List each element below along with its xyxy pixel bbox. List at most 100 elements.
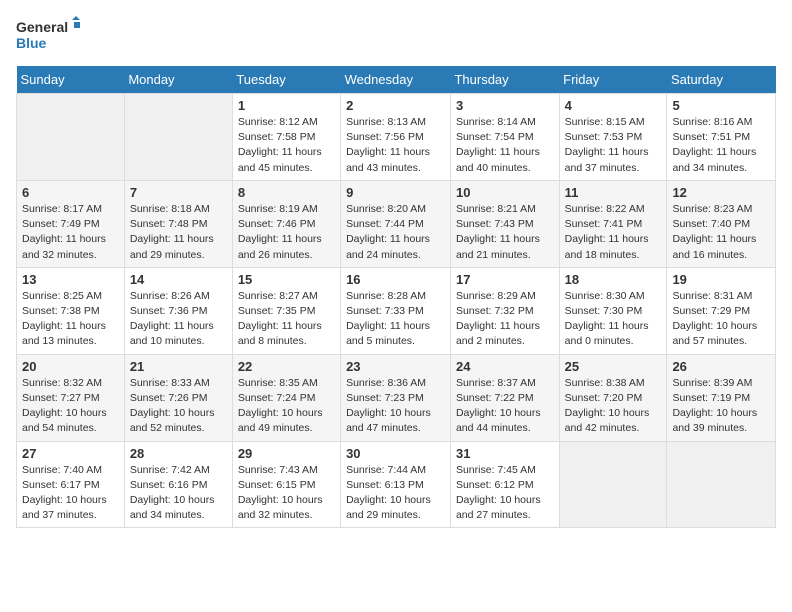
calendar-cell: 18Sunrise: 8:30 AMSunset: 7:30 PMDayligh… <box>559 267 667 354</box>
calendar-cell: 16 Sunrise: 8:28 AMSunset: 7:33 PMDayligh… <box>341 267 451 354</box>
day-number: 27 <box>22 446 119 461</box>
day-number: 20 <box>22 359 119 374</box>
calendar-week-row: 6 Sunrise: 8:17 AMSunset: 7:49 PMDaylight… <box>17 180 776 267</box>
day-info: Sunrise: 8:15 AMSunset: 7:53 PMDaylight:… <box>565 115 662 176</box>
day-info: Sunrise: 8:20 AMSunset: 7:44 PMDaylight:… <box>346 202 445 263</box>
day-number: 10 <box>456 185 554 200</box>
day-info: Sunrise: 7:43 AMSunset: 6:15 PMDaylight:… <box>238 463 335 524</box>
day-info: Sunrise: 8:22 AMSunset: 7:41 PMDaylight:… <box>565 202 662 263</box>
calendar-cell: 9 Sunrise: 8:20 AMSunset: 7:44 PMDaylight… <box>341 180 451 267</box>
calendar-cell: 21Sunrise: 8:33 AMSunset: 7:26 PMDayligh… <box>124 354 232 441</box>
day-number: 22 <box>238 359 335 374</box>
day-info: Sunrise: 7:44 AMSunset: 6:13 PMDaylight:… <box>346 463 445 524</box>
day-number: 1 <box>238 98 335 113</box>
calendar-week-row: 27 Sunrise: 7:40 AMSunset: 6:17 PMDayligh… <box>17 441 776 528</box>
calendar-cell: 25Sunrise: 8:38 AMSunset: 7:20 PMDayligh… <box>559 354 667 441</box>
day-number: 28 <box>130 446 227 461</box>
day-number: 16 <box>346 272 445 287</box>
calendar-week-row: 20 Sunrise: 8:32 AMSunset: 7:27 PMDayligh… <box>17 354 776 441</box>
day-info: Sunrise: 8:23 AMSunset: 7:40 PMDaylight:… <box>672 202 770 263</box>
day-info: Sunrise: 8:37 AMSunset: 7:22 PMDaylight:… <box>456 376 554 437</box>
day-number: 23 <box>346 359 445 374</box>
day-info: Sunrise: 8:29 AMSunset: 7:32 PMDaylight:… <box>456 289 554 350</box>
day-number: 4 <box>565 98 662 113</box>
day-info: Sunrise: 8:16 AMSunset: 7:51 PMDaylight:… <box>672 115 770 176</box>
day-info: Sunrise: 8:13 AMSunset: 7:56 PMDaylight:… <box>346 115 445 176</box>
day-info: Sunrise: 7:45 AMSunset: 6:12 PMDaylight:… <box>456 463 554 524</box>
day-info: Sunrise: 8:36 AMSunset: 7:23 PMDaylight:… <box>346 376 445 437</box>
calendar-cell: 26 Sunrise: 8:39 AMSunset: 7:19 PMDayligh… <box>667 354 776 441</box>
day-info: Sunrise: 7:42 AMSunset: 6:16 PMDaylight:… <box>130 463 227 524</box>
svg-text:Blue: Blue <box>16 35 47 51</box>
calendar-cell: 24 Sunrise: 8:37 AMSunset: 7:22 PMDayligh… <box>450 354 559 441</box>
calendar-cell <box>559 441 667 528</box>
day-number: 11 <box>565 185 662 200</box>
day-number: 31 <box>456 446 554 461</box>
weekday-header: Tuesday <box>232 66 340 94</box>
day-info: Sunrise: 8:14 AMSunset: 7:54 PMDaylight:… <box>456 115 554 176</box>
day-number: 29 <box>238 446 335 461</box>
weekday-header: Monday <box>124 66 232 94</box>
calendar-table: SundayMondayTuesdayWednesdayThursdayFrid… <box>16 66 776 528</box>
weekday-header: Sunday <box>17 66 125 94</box>
day-number: 8 <box>238 185 335 200</box>
calendar-cell: 3 Sunrise: 8:14 AMSunset: 7:54 PMDaylight… <box>450 94 559 181</box>
day-info: Sunrise: 8:19 AMSunset: 7:46 PMDaylight:… <box>238 202 335 263</box>
day-info: Sunrise: 8:31 AMSunset: 7:29 PMDaylight:… <box>672 289 770 350</box>
day-number: 30 <box>346 446 445 461</box>
svg-text:General: General <box>16 19 68 35</box>
calendar-cell: 12 Sunrise: 8:23 AMSunset: 7:40 PMDayligh… <box>667 180 776 267</box>
weekday-header: Wednesday <box>341 66 451 94</box>
day-number: 6 <box>22 185 119 200</box>
calendar-cell: 6 Sunrise: 8:17 AMSunset: 7:49 PMDaylight… <box>17 180 125 267</box>
calendar-cell: 19 Sunrise: 8:31 AMSunset: 7:29 PMDayligh… <box>667 267 776 354</box>
day-info: Sunrise: 8:26 AMSunset: 7:36 PMDaylight:… <box>130 289 227 350</box>
calendar-cell: 31 Sunrise: 7:45 AMSunset: 6:12 PMDayligh… <box>450 441 559 528</box>
day-info: Sunrise: 8:33 AMSunset: 7:26 PMDaylight:… <box>130 376 227 437</box>
day-info: Sunrise: 8:18 AMSunset: 7:48 PMDaylight:… <box>130 202 227 263</box>
day-number: 26 <box>672 359 770 374</box>
calendar-cell <box>17 94 125 181</box>
logo-svg: General Blue <box>16 16 86 58</box>
logo: General Blue <box>16 16 86 58</box>
day-info: Sunrise: 8:39 AMSunset: 7:19 PMDaylight:… <box>672 376 770 437</box>
calendar-cell: 13Sunrise: 8:25 AMSunset: 7:38 PMDayligh… <box>17 267 125 354</box>
day-number: 14 <box>130 272 227 287</box>
calendar-cell: 11 Sunrise: 8:22 AMSunset: 7:41 PMDayligh… <box>559 180 667 267</box>
page-header: General Blue <box>16 16 776 58</box>
calendar-cell: 8 Sunrise: 8:19 AMSunset: 7:46 PMDaylight… <box>232 180 340 267</box>
calendar-week-row: 13Sunrise: 8:25 AMSunset: 7:38 PMDayligh… <box>17 267 776 354</box>
day-info: Sunrise: 8:25 AMSunset: 7:38 PMDaylight:… <box>22 289 119 350</box>
day-info: Sunrise: 8:28 AMSunset: 7:33 PMDaylight:… <box>346 289 445 350</box>
calendar-cell: 29 Sunrise: 7:43 AMSunset: 6:15 PMDayligh… <box>232 441 340 528</box>
calendar-week-row: 1 Sunrise: 8:12 AMSunset: 7:58 PMDaylight… <box>17 94 776 181</box>
calendar-cell: 4 Sunrise: 8:15 AMSunset: 7:53 PMDaylight… <box>559 94 667 181</box>
calendar-cell: 23 Sunrise: 8:36 AMSunset: 7:23 PMDayligh… <box>341 354 451 441</box>
day-number: 17 <box>456 272 554 287</box>
day-info: Sunrise: 7:40 AMSunset: 6:17 PMDaylight:… <box>22 463 119 524</box>
day-number: 2 <box>346 98 445 113</box>
calendar-cell: 20 Sunrise: 8:32 AMSunset: 7:27 PMDayligh… <box>17 354 125 441</box>
day-number: 25 <box>565 359 662 374</box>
day-info: Sunrise: 8:21 AMSunset: 7:43 PMDaylight:… <box>456 202 554 263</box>
day-number: 24 <box>456 359 554 374</box>
calendar-cell: 22 Sunrise: 8:35 AMSunset: 7:24 PMDayligh… <box>232 354 340 441</box>
calendar-cell <box>124 94 232 181</box>
calendar-cell: 2 Sunrise: 8:13 AMSunset: 7:56 PMDaylight… <box>341 94 451 181</box>
day-number: 12 <box>672 185 770 200</box>
calendar-cell: 15Sunrise: 8:27 AMSunset: 7:35 PMDayligh… <box>232 267 340 354</box>
calendar-cell <box>667 441 776 528</box>
day-number: 3 <box>456 98 554 113</box>
day-number: 18 <box>565 272 662 287</box>
day-number: 19 <box>672 272 770 287</box>
day-info: Sunrise: 8:27 AMSunset: 7:35 PMDaylight:… <box>238 289 335 350</box>
day-info: Sunrise: 8:12 AMSunset: 7:58 PMDaylight:… <box>238 115 335 176</box>
day-info: Sunrise: 8:17 AMSunset: 7:49 PMDaylight:… <box>22 202 119 263</box>
weekday-header: Saturday <box>667 66 776 94</box>
day-info: Sunrise: 8:35 AMSunset: 7:24 PMDaylight:… <box>238 376 335 437</box>
calendar-cell: 28 Sunrise: 7:42 AMSunset: 6:16 PMDayligh… <box>124 441 232 528</box>
calendar-cell: 27 Sunrise: 7:40 AMSunset: 6:17 PMDayligh… <box>17 441 125 528</box>
day-info: Sunrise: 8:32 AMSunset: 7:27 PMDaylight:… <box>22 376 119 437</box>
day-number: 9 <box>346 185 445 200</box>
calendar-cell: 10 Sunrise: 8:21 AMSunset: 7:43 PMDayligh… <box>450 180 559 267</box>
